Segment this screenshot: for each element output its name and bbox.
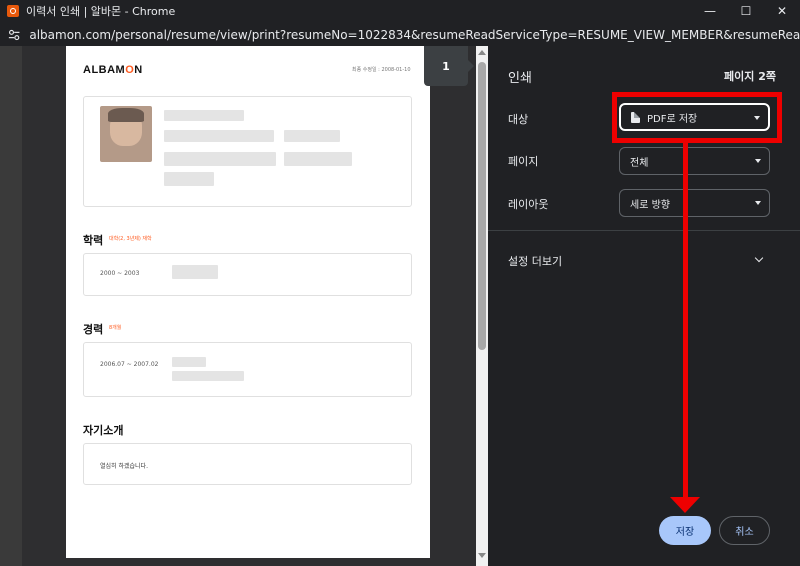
- scroll-thumb[interactable]: [478, 62, 486, 350]
- redacted-info: [284, 130, 340, 142]
- career-card: [83, 342, 412, 397]
- profile-photo: [100, 106, 152, 162]
- intro-title: 자기소개: [83, 424, 124, 437]
- redacted-info: [164, 152, 276, 166]
- window-title: 이력서 인쇄 | 알바몬 - Chrome: [26, 5, 176, 18]
- redacted-name: [164, 110, 244, 121]
- annotation-arrow-head-icon: [670, 497, 700, 513]
- redacted-company: [172, 357, 206, 367]
- redacted-info: [284, 152, 352, 166]
- career-subtitle: 8개월: [109, 325, 122, 331]
- page-number-tab[interactable]: 1: [424, 46, 474, 86]
- dropdown-caret-icon: [755, 159, 761, 163]
- education-period: 2000 ~ 2003: [100, 270, 140, 277]
- layout-value: 세로 방향: [630, 199, 670, 211]
- pages-value: 전체: [630, 157, 649, 169]
- dropdown-caret-icon: [755, 201, 761, 205]
- destination-label: 대상: [508, 113, 529, 126]
- education-subtitle: 대학(2, 3년제) 재학: [109, 236, 152, 242]
- albamon-app-icon: [7, 5, 19, 17]
- print-title: 인쇄: [508, 71, 532, 86]
- pages-label: 페이지: [508, 155, 539, 168]
- site-settings-icon[interactable]: [8, 28, 20, 42]
- window-controls: — ☐ ✕: [692, 0, 800, 22]
- annotation-highlight-box: [612, 92, 782, 143]
- window-titlebar: 이력서 인쇄 | 알바몬 - Chrome — ☐ ✕: [0, 0, 800, 22]
- redacted-role: [172, 371, 244, 381]
- redacted-info: [164, 130, 274, 142]
- scroll-up-arrow-icon[interactable]: [478, 50, 486, 55]
- address-bar: albamon.com/personal/resume/view/print?r…: [0, 22, 800, 48]
- save-button[interactable]: 저장: [659, 516, 711, 545]
- page-count: 페이지 2쪽: [724, 70, 776, 83]
- more-settings-toggle[interactable]: 설정 더보기: [508, 253, 562, 269]
- scroll-down-arrow-icon[interactable]: [478, 553, 486, 558]
- layout-select[interactable]: 세로 방향: [619, 189, 770, 217]
- preview-left-strip: [0, 46, 22, 566]
- career-title: 경력: [83, 323, 104, 336]
- page-url[interactable]: albamon.com/personal/resume/view/print?r…: [29, 28, 800, 42]
- redacted-school: [172, 265, 218, 279]
- career-period: 2006.07 ~ 2007.02: [100, 361, 159, 368]
- layout-label: 레이아웃: [508, 198, 549, 211]
- maximize-button[interactable]: ☐: [728, 0, 764, 22]
- preview-scrollbar[interactable]: [476, 46, 488, 566]
- redacted-info: [164, 172, 214, 186]
- close-button[interactable]: ✕: [764, 0, 800, 22]
- pages-select[interactable]: 전체: [619, 147, 770, 175]
- panel-divider: [488, 230, 800, 231]
- minimize-button[interactable]: —: [692, 0, 728, 22]
- annotation-arrow-line: [683, 143, 688, 499]
- intro-text: 열심히 하겠습니다.: [100, 463, 148, 470]
- albamon-logo: ALBAMON: [83, 64, 143, 76]
- last-updated-date: 최종 수정일 : 2008-01-10: [352, 67, 411, 73]
- cancel-button[interactable]: 취소: [719, 516, 770, 545]
- education-title: 학력: [83, 234, 104, 247]
